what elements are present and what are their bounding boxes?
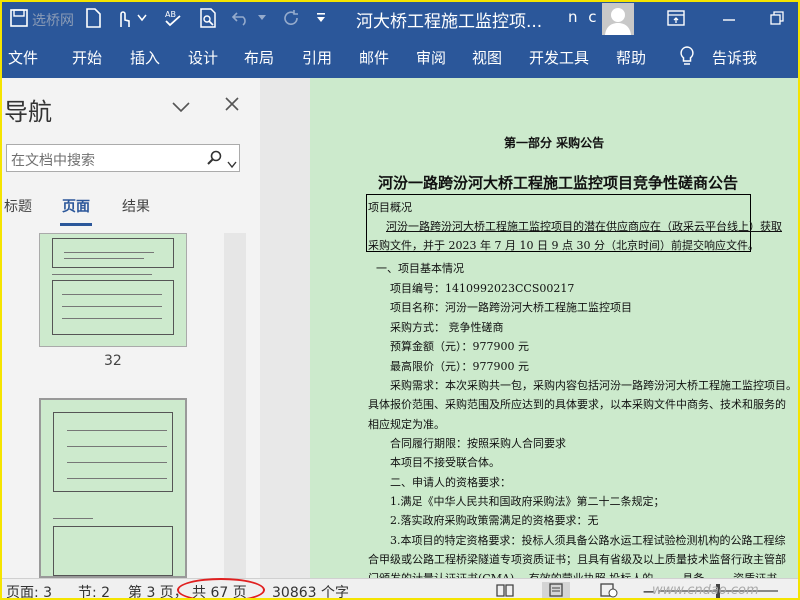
tab-results[interactable]: 结果 bbox=[122, 196, 150, 216]
document-title: 河大桥工程施工监控项... bbox=[356, 12, 543, 32]
undo-icon[interactable] bbox=[230, 7, 252, 29]
tab-view[interactable]: 视图 bbox=[472, 47, 502, 68]
tab-headings[interactable]: 标题 bbox=[4, 196, 32, 216]
doc-line: 3.本项目的特定资格要求：投标人须具备公路水运工程试验检测机构的公路工程综 bbox=[390, 534, 786, 547]
tab-review[interactable]: 审阅 bbox=[416, 47, 446, 68]
highlight-ellipse bbox=[177, 578, 265, 598]
doc-line: 采购文件，并于 2023 年 7 月 10 日 9 点 30 分（北京时间）前提… bbox=[368, 239, 759, 252]
thumbnail-scrollbar[interactable] bbox=[224, 233, 246, 578]
status-page[interactable]: 页面: 3 bbox=[6, 582, 52, 598]
nav-pane-title: 导航 bbox=[4, 98, 52, 126]
close-icon[interactable] bbox=[224, 96, 240, 116]
doc-line: 门颁发的计量认证证书(CMA)。 有效的营业执照 投标人的 …… 具备 …… 资… bbox=[368, 570, 777, 578]
restore-icon[interactable] bbox=[766, 7, 788, 29]
status-word-count[interactable]: 30863 个字 bbox=[272, 582, 349, 598]
doc-line: 项目编号：1410992023CCS00217 bbox=[390, 282, 575, 295]
new-doc-icon[interactable] bbox=[82, 7, 104, 29]
doc-line: 采购方式： 竞争性磋商 bbox=[390, 321, 504, 334]
save-icon[interactable] bbox=[8, 7, 30, 29]
tab-file[interactable]: 文件 bbox=[8, 47, 38, 68]
section-heading: 第一部分 采购公告 bbox=[504, 136, 605, 150]
chevron-down-icon[interactable] bbox=[172, 98, 190, 117]
doc-line: 具体报价范围、采购范围及所应达到的具体要求，以本采购文件中商务、技术和服务的 bbox=[368, 398, 786, 411]
tab-mailings[interactable]: 邮件 bbox=[359, 47, 389, 68]
title-bar: 选桥网 AB 河大桥工程施工监控项... n c bbox=[2, 2, 798, 36]
print-preview-icon[interactable] bbox=[197, 7, 219, 29]
doc-line: 1.满足《中华人民共和国政府采购法》第二十二条规定； bbox=[390, 495, 665, 508]
doc-line: 项目名称：河汾一路跨汾河大桥工程施工监控项目 bbox=[390, 301, 632, 314]
tab-pages[interactable]: 页面 bbox=[62, 196, 90, 216]
page-thumbnail[interactable] bbox=[39, 398, 187, 578]
doc-line: 二、申请人的资格要求： bbox=[390, 476, 511, 489]
doc-line: 相应规定为准。 bbox=[368, 418, 445, 431]
status-section[interactable]: 节: 2 bbox=[78, 582, 110, 598]
redo-icon[interactable] bbox=[280, 7, 302, 29]
user-name[interactable]: n c bbox=[568, 8, 600, 26]
tab-references[interactable]: 引用 bbox=[302, 47, 332, 68]
search-placeholder: 在文档中搜索 bbox=[11, 153, 95, 169]
tab-insert[interactable]: 插入 bbox=[130, 47, 160, 68]
lightbulb-icon bbox=[678, 45, 696, 71]
word-window: 选桥网 AB 河大桥工程施工监控项... n c 文件 开始 插入 设计 布局 … bbox=[0, 0, 800, 600]
tab-design[interactable]: 设计 bbox=[188, 47, 218, 68]
doc-line: 本项目不接受联合体。 bbox=[390, 456, 500, 469]
doc-line: 一、项目基本情况 bbox=[376, 262, 464, 275]
web-layout-icon[interactable] bbox=[600, 582, 618, 598]
tab-help[interactable]: 帮助 bbox=[616, 47, 646, 68]
active-tab-indicator bbox=[60, 223, 92, 226]
touch-mode-icon[interactable] bbox=[112, 7, 134, 29]
search-input[interactable]: 在文档中搜索 bbox=[6, 144, 240, 172]
navigation-pane: 导航 在文档中搜索 标题 页面 结果 32 bbox=[2, 78, 260, 578]
avatar[interactable] bbox=[602, 3, 634, 35]
spelling-icon[interactable]: AB bbox=[162, 7, 184, 29]
overlay-watermark: 选桥网 bbox=[32, 13, 74, 29]
site-watermark: www.cndao.com bbox=[652, 583, 759, 598]
doc-line: 合同履行期限：按照采购人合同要求 bbox=[390, 437, 566, 450]
doc-line: 最高限价（元）：977900 元 bbox=[390, 360, 529, 373]
document-canvas-margin bbox=[260, 78, 310, 578]
print-layout-icon[interactable] bbox=[542, 582, 570, 598]
doc-line: 河汾一路跨汾河大桥工程施工监控项目的潜在供应商应在（政采云平台线上）获取 bbox=[386, 220, 782, 233]
doc-line: 预算金额（元）：977900 元 bbox=[390, 340, 529, 353]
doc-line: 项目概况 bbox=[368, 201, 412, 214]
search-icon[interactable] bbox=[207, 150, 223, 170]
read-mode-icon[interactable] bbox=[496, 582, 514, 598]
svg-text:AB: AB bbox=[165, 10, 176, 19]
document-page: 第一部分 采购公告 河汾一路跨汾河大桥工程施工监控项目竞争性磋商公告 项目概况 … bbox=[310, 78, 798, 578]
document-main-title: 河汾一路跨汾河大桥工程施工监控项目竞争性磋商公告 bbox=[378, 174, 739, 192]
page-thumbnail[interactable] bbox=[39, 233, 187, 347]
undo-dropdown-icon[interactable] bbox=[256, 7, 268, 29]
customize-icon[interactable] bbox=[135, 7, 149, 29]
doc-line: 2.落实政府采购政策需满足的资格要求：无 bbox=[390, 514, 599, 527]
search-options-icon[interactable] bbox=[227, 154, 237, 173]
minimize-icon[interactable] bbox=[719, 7, 739, 29]
doc-line: 采购需求：本次采购共一包，采购内容包括河汾一路跨汾河大桥工程施工监控项目。 bbox=[390, 379, 797, 392]
tell-me-box[interactable]: 告诉我 bbox=[712, 47, 757, 68]
page-thumbnails: 32 bbox=[2, 233, 260, 578]
tab-developer[interactable]: 开发工具 bbox=[529, 47, 589, 68]
page-number-label: 32 bbox=[104, 353, 122, 369]
more-icon[interactable] bbox=[314, 7, 328, 29]
doc-line: 合甲级或公路工程桥梁隧道专项资质证书；且具有省级及以上质量技术监督行政主管部 bbox=[368, 553, 786, 566]
status-bar: 页面: 3 节: 2 第 3 页， 共 67 页 30863 个字 − www.… bbox=[2, 578, 798, 598]
tab-layout[interactable]: 布局 bbox=[244, 47, 274, 68]
ribbon-tab-bar: 文件 开始 插入 设计 布局 引用 邮件 审阅 视图 开发工具 帮助 告诉我 bbox=[2, 36, 798, 78]
tab-home[interactable]: 开始 bbox=[72, 47, 102, 68]
ribbon-display-options-icon[interactable] bbox=[666, 7, 686, 29]
